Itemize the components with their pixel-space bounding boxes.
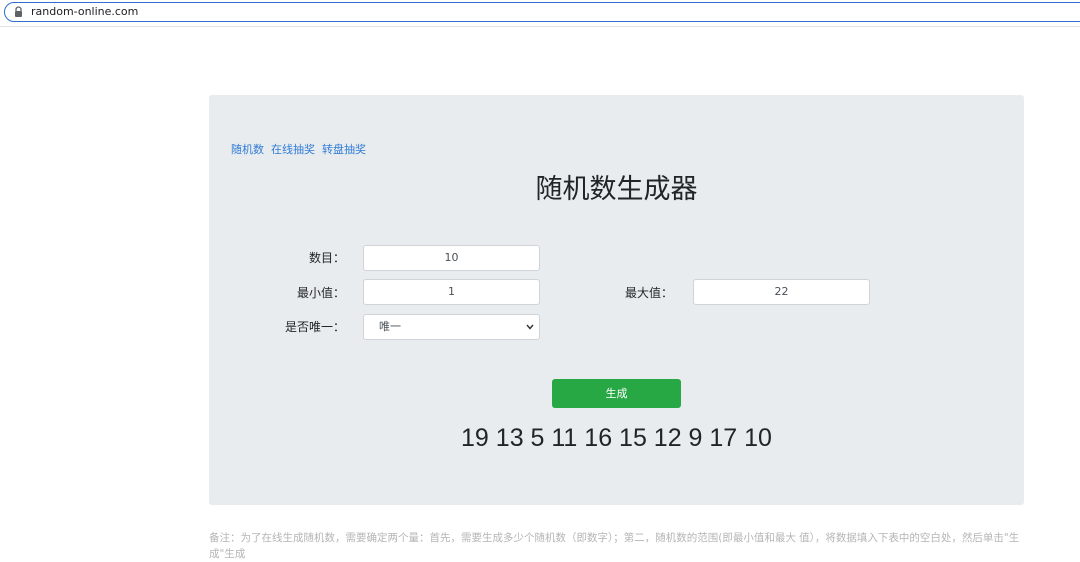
generator-panel: 随机数 在线抽奖 转盘抽奖 随机数生成器 数目： 10 最小值： 1 最大值： 22… [209,95,1024,505]
unique-select[interactable]: 唯一 [363,314,540,340]
nav-link-wheel-lottery[interactable]: 转盘抽奖 [322,143,366,156]
unique-label: 是否唯一： [284,320,345,334]
url-text: random-online.com [31,5,139,18]
nav-link-random-number[interactable]: 随机数 [231,143,264,156]
count-input[interactable]: 10 [363,245,540,271]
count-label: 数目： [308,251,345,265]
chevron-down-icon [526,324,534,330]
result-numbers: 19 13 5 11 16 15 12 9 17 10 [461,424,772,452]
max-label: 最大值： [624,286,673,300]
max-input[interactable]: 22 [693,279,870,305]
url-field[interactable] [4,2,1080,22]
page-title-text: 随机数生成器 [535,174,698,205]
generate-button[interactable]: 生成 [552,379,681,408]
browser-address-bar: random-online.com [0,0,1080,27]
lock-icon [15,6,22,17]
top-nav: 随机数 在线抽奖 转盘抽奖 [231,143,373,157]
unique-select-value: 唯一 [379,320,401,333]
footnote: 备注：为了在线生成随机数，需要确定两个量：首先，需要生成多少个随机数（即数字）；… [209,532,1020,560]
nav-link-online-lottery[interactable]: 在线抽奖 [271,143,315,156]
min-input[interactable]: 1 [363,279,540,305]
page-title: 随机数生成器 [209,173,1024,207]
min-label: 最小值： [296,286,345,300]
